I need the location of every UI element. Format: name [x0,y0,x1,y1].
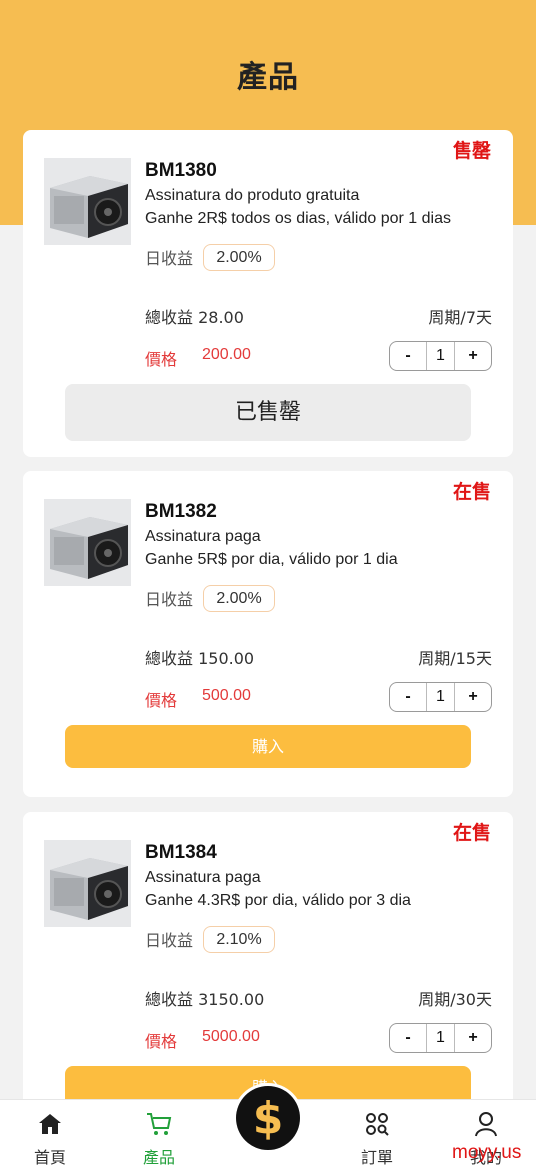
daily-yield-value: 2.00% [203,585,275,612]
cart-icon [119,1110,199,1138]
tab-home-label: 首頁 [33,1148,66,1167]
product-earnings: Ganhe 4.3R$ por dia, válido por 3 dia [145,892,411,909]
home-icon [10,1110,90,1138]
quantity-stepper: - 1 + [389,682,492,712]
product-image [44,840,131,927]
tab-products-label: 產品 [142,1148,175,1167]
product-name: BM1384 [145,842,217,863]
orders-grid-icon [337,1110,417,1138]
product-card: 在售 BM1382 Assinatura paga Ganhe 5R$ por … [23,471,513,797]
total-yield: 總收益 3150.00 [145,990,265,1009]
dollar-icon: $ [236,1086,300,1150]
cycle-period: 周期/15天 [418,649,492,668]
product-card: 售罄 BM1380 Assinatura do produto gratuita… [23,130,513,457]
decrement-button[interactable]: - [390,683,426,711]
buy-button[interactable]: 購入 [65,725,471,768]
product-description: Assinatura paga [145,528,261,545]
miner-image-icon [44,158,131,245]
product-name: BM1382 [145,501,217,522]
tab-orders-label: 訂單 [360,1148,393,1167]
price-value: 200.00 [202,346,251,363]
daily-yield-label: 日收益 [145,931,194,950]
tab-home[interactable]: 首頁 [10,1110,90,1167]
price-label: 價格 [145,350,178,369]
center-coin-button[interactable]: $ [233,1083,303,1153]
product-earnings: Ganhe 5R$ por dia, válido por 1 dia [145,551,398,568]
quantity-stepper: - 1 + [389,341,492,371]
product-image [44,499,131,586]
status-badge: 在售 [452,481,491,503]
product-name: BM1380 [145,160,217,181]
page-title: 產品 [237,60,299,95]
price-label: 價格 [145,1032,178,1051]
tab-products[interactable]: 產品 [119,1110,199,1167]
daily-yield-value: 2.10% [203,926,275,953]
price-value: 5000.00 [202,1028,260,1045]
increment-button[interactable]: + [455,683,491,711]
cycle-period: 周期/7天 [428,308,492,327]
quantity-input[interactable]: 1 [426,342,455,370]
quantity-input[interactable]: 1 [426,683,455,711]
total-yield: 總收益 28.00 [145,308,244,327]
product-earnings: Ganhe 2R$ todos os dias, válido por 1 di… [145,210,451,227]
cycle-period: 周期/30天 [418,990,492,1009]
status-badge: 售罄 [452,140,491,162]
daily-yield-label: 日收益 [145,249,194,268]
quantity-input[interactable]: 1 [426,1024,455,1052]
quantity-stepper: - 1 + [389,1023,492,1053]
product-image [44,158,131,245]
increment-button[interactable]: + [455,1024,491,1052]
miner-image-icon [44,840,131,927]
product-description: Assinatura paga [145,869,261,886]
tab-orders[interactable]: 訂單 [337,1110,417,1167]
price-value: 500.00 [202,687,251,704]
daily-yield-value: 2.00% [203,244,275,271]
status-badge: 在售 [452,822,491,844]
miner-image-icon [44,499,131,586]
user-icon [446,1110,526,1138]
price-label: 價格 [145,691,178,710]
watermark: moyy.us [452,1142,522,1163]
decrement-button[interactable]: - [390,1024,426,1052]
sold-out-button[interactable]: 已售罄 [65,384,471,441]
daily-yield-label: 日收益 [145,590,194,609]
total-yield: 總收益 150.00 [145,649,255,668]
increment-button[interactable]: + [455,342,491,370]
decrement-button[interactable]: - [390,342,426,370]
product-description: Assinatura do produto gratuita [145,187,360,204]
